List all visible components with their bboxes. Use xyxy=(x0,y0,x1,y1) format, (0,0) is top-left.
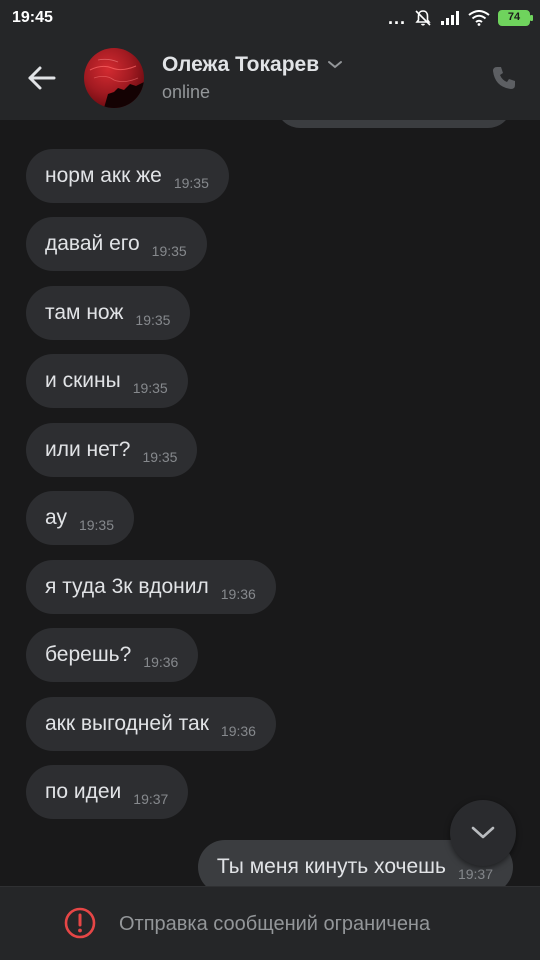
message-time: 19:37 xyxy=(457,866,493,882)
message-incoming[interactable]: давай его 19:35 xyxy=(26,217,207,271)
message-incoming[interactable]: по идеи 19:37 xyxy=(26,765,189,819)
message-text: или нет? xyxy=(45,438,131,461)
avatar-image-icon xyxy=(89,58,144,108)
message-time: 19:35 xyxy=(173,175,209,191)
message-incoming[interactable]: норм акк же 19:35 xyxy=(26,149,229,203)
message-incoming[interactable]: и скины 19:35 xyxy=(26,354,188,408)
message-incoming[interactable]: я туда 3к вдонил 19:36 xyxy=(26,560,276,614)
message-text: норм акк же xyxy=(45,164,162,187)
battery-level: 74 xyxy=(507,11,521,23)
message-time: 19:35 xyxy=(132,380,168,396)
message-time: 19:36 xyxy=(220,723,256,739)
arrow-left-icon[interactable] xyxy=(22,62,62,94)
message-incoming[interactable]: берешь? 19:36 xyxy=(26,628,199,682)
message-time: 19:37 xyxy=(133,791,169,807)
message-text: давай его xyxy=(45,232,140,255)
battery-icon: 74 xyxy=(498,10,533,26)
previous-message-bubble xyxy=(276,120,512,128)
message-text: и скины xyxy=(45,369,121,392)
contact-name-row[interactable]: Олежа Токарев xyxy=(162,53,343,77)
message-text: там нож xyxy=(45,301,124,324)
message-time: 19:36 xyxy=(143,654,179,670)
message-time: 19:35 xyxy=(151,243,187,259)
contact-name: Олежа Токарев xyxy=(162,53,320,76)
chevron-down-icon xyxy=(328,61,343,69)
message-list[interactable]: норм акк же 19:35 давай его 19:35 там но… xyxy=(0,120,540,886)
message-time: 19:35 xyxy=(135,312,171,328)
restriction-notice: Отправка сообщений ограничена xyxy=(119,913,431,935)
message-text: ау xyxy=(45,506,67,529)
message-text: я туда 3к вдонил xyxy=(45,575,209,598)
message-incoming[interactable]: ау 19:35 xyxy=(26,491,134,545)
avatar[interactable] xyxy=(84,48,144,108)
message-incoming[interactable]: там нож 19:35 xyxy=(26,286,191,340)
status-icons: ... 74 xyxy=(387,8,533,28)
message-time: 19:35 xyxy=(142,449,178,465)
message-time: 19:36 xyxy=(220,586,256,602)
chat-header: Олежа Токарев online xyxy=(0,36,540,120)
message-text: по идеи xyxy=(45,780,122,803)
wifi-icon xyxy=(468,10,490,26)
message-text: Ты меня кинуть хочешь xyxy=(216,855,446,878)
message-incoming[interactable]: или нет? 19:35 xyxy=(26,423,198,477)
mute-icon xyxy=(415,10,431,26)
scroll-down-button[interactable] xyxy=(450,800,516,866)
warning-icon xyxy=(64,907,96,939)
message-incoming[interactable]: акк выгодней так 19:36 xyxy=(26,697,276,751)
signal-icon xyxy=(441,11,459,25)
chevron-down-icon xyxy=(471,826,495,839)
status-time: 19:45 xyxy=(12,9,53,26)
more-notifications-icon: ... xyxy=(387,8,406,28)
restriction-bar: Отправка сообщений ограничена xyxy=(0,886,540,960)
status-bar: 19:45 ... 74 xyxy=(0,0,540,36)
phone-icon[interactable] xyxy=(490,64,518,92)
message-text: акк выгодней так xyxy=(45,712,209,735)
contact-status: online xyxy=(162,82,211,102)
message-time: 19:35 xyxy=(78,517,114,533)
message-text: берешь? xyxy=(45,643,132,666)
